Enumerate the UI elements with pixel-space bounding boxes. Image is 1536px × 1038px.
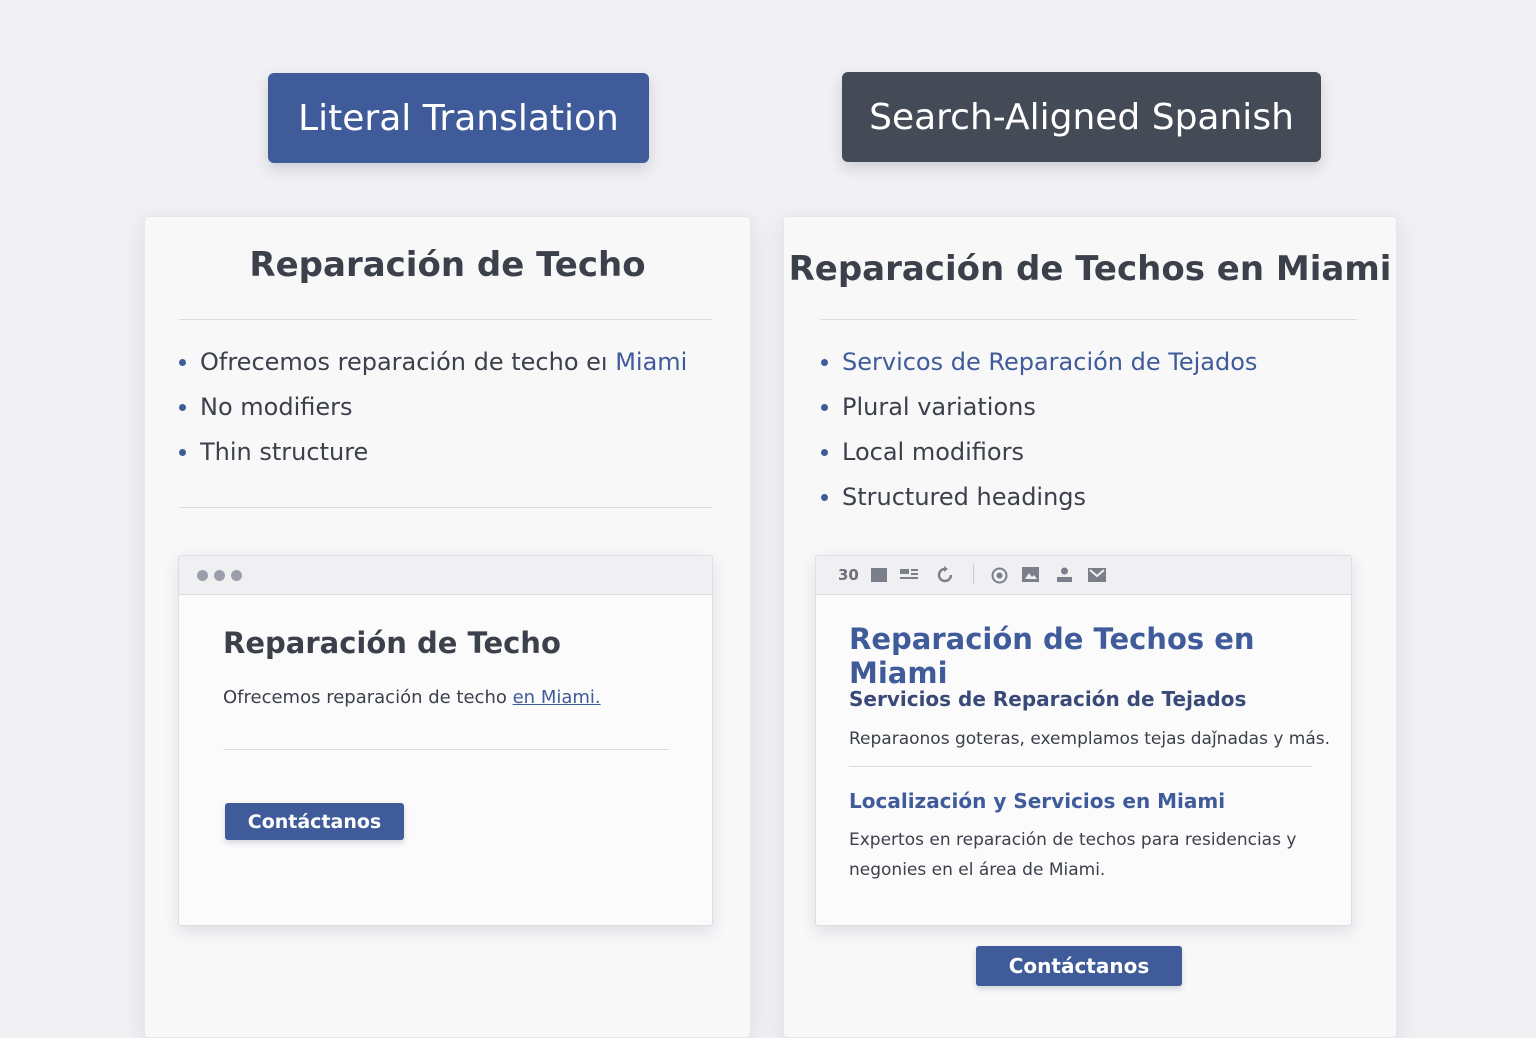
divider <box>179 319 712 320</box>
bullet-text: Ofrecemos reparación de techo eı <box>200 348 616 376</box>
bullet-item: Ofrecemos reparación de techo eı Miami <box>179 347 687 392</box>
section-text: Reparaonos goteras, exemplamos tejas daǰ… <box>849 729 1331 749</box>
section-heading: Localización y Servicios en Miami <box>849 789 1226 813</box>
page-mockup: 30 Reparación de Techos en Miami Servici… <box>815 555 1352 926</box>
section-heading: Servicios de Reparación de Tejados <box>849 687 1247 711</box>
image-icon[interactable] <box>1022 567 1039 582</box>
divider <box>849 766 1312 767</box>
bullet-dot <box>821 449 828 456</box>
panel-title: Reparación de Techo <box>249 245 646 285</box>
list-icon[interactable] <box>900 568 918 582</box>
editor-toolbar: 30 <box>816 556 1351 595</box>
refresh-icon[interactable] <box>936 566 954 584</box>
bullet-text: Structured headings <box>842 483 1087 511</box>
bullet-list: Servicos de Reparación de Tejados Plural… <box>821 347 1257 527</box>
mockup-title: Reparación de Techo <box>223 626 561 660</box>
section-text: negonies en el área de Miami. <box>849 860 1106 880</box>
browser-bar <box>179 556 712 595</box>
bullet-accent-text: Miami <box>615 348 688 376</box>
miami-link[interactable]: en Miami. <box>513 687 601 708</box>
contact-button[interactable]: Contáctanos <box>225 803 404 840</box>
bullet-item: Servicos de Reparación de Tejados <box>821 347 1257 392</box>
divider <box>223 749 669 750</box>
window-dot-icon <box>231 569 242 581</box>
search-aligned-panel: Reparación de Techos en Miami Servicos d… <box>783 216 1397 1038</box>
square-icon[interactable] <box>871 568 887 582</box>
divider <box>820 319 1357 320</box>
literal-translation-label: Literal Translation <box>268 73 649 163</box>
panel-title: Reparación de Techos en Miami <box>788 249 1392 289</box>
bullet-item: No modifiers <box>179 392 687 437</box>
toolbar-label: 30 <box>838 566 859 584</box>
bullet-dot <box>179 404 186 411</box>
bullet-dot <box>179 449 186 456</box>
search-aligned-spanish-label: Search-Aligned Spanish <box>842 72 1321 162</box>
bullet-accent-text: Servicos de Reparación de Tejados <box>842 348 1258 376</box>
bullet-text: Plural variations <box>842 393 1036 421</box>
mockup-title: Reparación de Techos en Miami <box>849 622 1255 690</box>
window-dot-icon <box>197 569 208 581</box>
bullet-item: Plural variations <box>821 392 1257 437</box>
bullet-item: Structured headings <box>821 482 1257 527</box>
section-text: Expertos en reparación de techos para re… <box>849 830 1297 850</box>
bullet-dot <box>821 359 828 366</box>
window-dot-icon <box>214 569 225 581</box>
bullet-dot <box>821 494 828 501</box>
user-icon[interactable] <box>1056 567 1073 582</box>
bullet-text: Local modifiors <box>842 438 1024 466</box>
mockup-text: Ofrecemos reparación de techo en Miami. <box>223 687 601 708</box>
target-icon[interactable] <box>991 567 1008 584</box>
bullet-text: Thin structure <box>200 438 369 466</box>
toolbar-separator <box>973 564 974 584</box>
literal-translation-panel: Reparación de Techo Ofrecemos reparación… <box>144 216 751 1038</box>
bullet-text: No modifiers <box>200 393 353 421</box>
page-mockup: Reparación de Techo Ofrecemos reparación… <box>178 555 713 926</box>
bullet-dot <box>179 359 186 366</box>
bullet-dot <box>821 404 828 411</box>
bullet-list: Ofrecemos reparación de techo eı Miami N… <box>179 347 687 482</box>
bullet-item: Thin structure <box>179 437 687 482</box>
contact-button[interactable]: Contáctanos <box>976 946 1182 986</box>
divider <box>179 507 712 508</box>
mockup-body: Ofrecemos reparación de techo <box>223 687 513 708</box>
bullet-item: Local modifiors <box>821 437 1257 482</box>
mail-icon[interactable] <box>1088 568 1106 582</box>
